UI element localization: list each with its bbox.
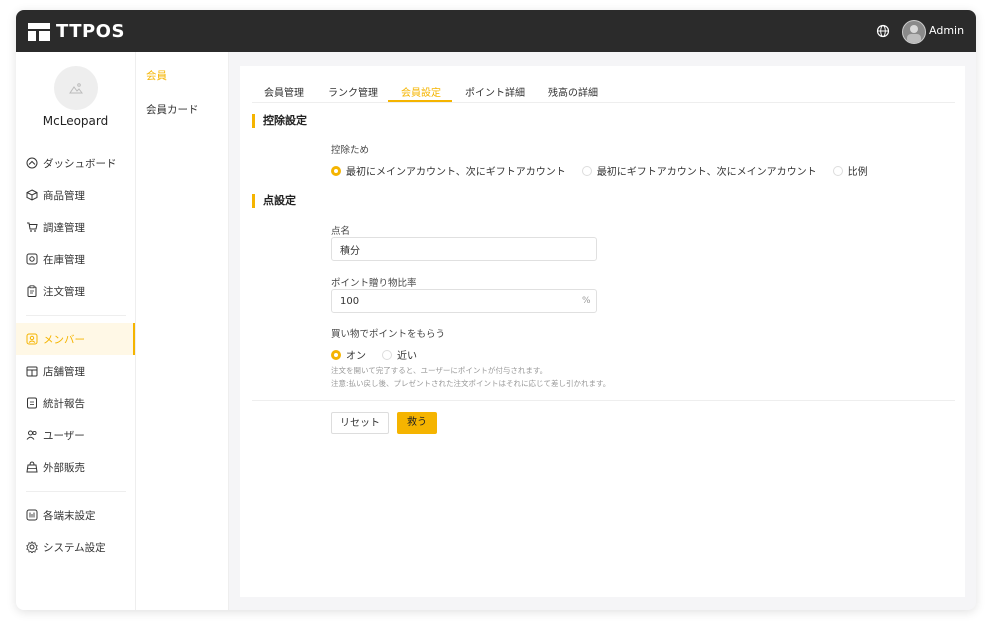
radio-label: 最初にメインアカウント、次にギフトアカウント: [346, 167, 566, 178]
sidebar-item-reports[interactable]: 統計報告: [16, 387, 135, 419]
user-name[interactable]: Admin: [929, 24, 964, 37]
dashboard-icon: [26, 157, 38, 169]
member-icon: [26, 333, 38, 345]
sidebar-item-system-settings[interactable]: システム設定: [16, 531, 135, 563]
deduction-label: 控除ため: [331, 145, 370, 156]
user-avatar[interactable]: [902, 20, 926, 44]
sidebar-item-label: 注文管理: [43, 285, 85, 298]
profile-avatar: [54, 66, 98, 110]
point-name-input[interactable]: [331, 237, 597, 261]
terminal-icon: [26, 509, 38, 521]
shopping-points-option-on[interactable]: オン: [331, 347, 366, 362]
logo-text: TTPOS: [56, 21, 125, 42]
image-placeholder-icon: [69, 83, 83, 94]
deduction-option-main-first[interactable]: 最初にメインアカウント、次にギフトアカウント: [331, 163, 566, 178]
sidebar-item-label: 調達管理: [43, 221, 85, 234]
inventory-icon: [26, 253, 38, 265]
shopping-points-label: 買い物でポイントをもらう: [331, 329, 446, 340]
sidebar-item-users[interactable]: ユーザー: [16, 419, 135, 451]
points-note-2: 注意:払い戻し後、プレゼントされた注文ポイントはそれに応じて差し引かれます。: [331, 379, 611, 388]
radio-selected-icon[interactable]: [331, 349, 341, 360]
clipboard-icon: [27, 285, 37, 297]
save-button[interactable]: 救う: [397, 412, 437, 434]
shopping-points-radio-group: オン 近い: [331, 347, 433, 362]
radio-unselected-icon[interactable]: [382, 349, 392, 360]
box-icon: [26, 189, 38, 201]
sidebar-item-members[interactable]: メンバー: [16, 323, 135, 355]
users-icon: [26, 430, 37, 440]
sidebar-item-orders[interactable]: 注文管理: [16, 275, 135, 307]
sidebar-divider: [26, 491, 126, 492]
sub-navigation: 会員 会員カード: [136, 52, 229, 610]
gear-icon: [26, 541, 38, 553]
points-note-1: 注文を開いて完了すると、ユーザーにポイントが付与されます。: [331, 366, 548, 375]
form-divider: [252, 400, 955, 401]
tab-member-settings[interactable]: 会員設定: [401, 84, 441, 99]
sidebar-item-label: メンバー: [43, 333, 85, 346]
tab-bar: 会員管理 ランク管理 会員設定 ポイント詳細 残高の詳細: [240, 66, 965, 103]
sidebar-item-procurement[interactable]: 調達管理: [16, 211, 135, 243]
sidebar-item-terminal-settings[interactable]: 各端末設定: [16, 499, 135, 531]
sidebar-divider: [26, 315, 126, 316]
point-ratio-label: ポイント贈り物比率: [331, 278, 417, 289]
deduction-option-gift-first[interactable]: 最初にギフトアカウント、次にメインアカウント: [581, 163, 817, 178]
tab-member-management[interactable]: 会員管理: [264, 84, 304, 99]
reset-button[interactable]: リセット: [331, 412, 389, 434]
bag-icon: [26, 461, 38, 473]
top-bar: TTPOS Admin: [16, 10, 976, 52]
sidebar-item-label: 各端末設定: [43, 509, 96, 522]
radio-label: 近い: [397, 351, 417, 362]
app-logo[interactable]: TTPOS: [28, 21, 125, 42]
radio-label: オン: [346, 351, 366, 362]
deduction-section-title: 控除設定: [252, 114, 307, 128]
sidebar-item-label: 商品管理: [43, 189, 85, 202]
sidebar-item-label: 統計報告: [43, 397, 85, 410]
tab-divider: [252, 102, 955, 103]
sidebar: McLeopard ダッシュボード 商品管理 調達管理 在庫管理 注文管理 メン…: [16, 52, 136, 610]
store-icon: [26, 366, 38, 377]
point-name-label: 点名: [331, 226, 351, 237]
globe-icon[interactable]: [876, 24, 890, 38]
shopping-points-option-off[interactable]: 近い: [382, 347, 417, 362]
point-ratio-input[interactable]: [331, 289, 597, 313]
radio-label: 比例: [847, 167, 868, 178]
sidebar-item-label: 外部販売: [43, 461, 85, 474]
deduction-radio-group: 最初にメインアカウント、次にギフトアカウント 最初にギフトアカウント、次にメイン…: [331, 163, 884, 178]
deduction-option-proportional[interactable]: 比例: [832, 163, 868, 178]
points-section-title: 点設定: [252, 194, 296, 208]
sidebar-item-dashboard[interactable]: ダッシュボード: [16, 147, 135, 179]
sidebar-item-products[interactable]: 商品管理: [16, 179, 135, 211]
app-window: TTPOS Admin McLeopard ダッシュボード 商品管理 調達管理 …: [16, 10, 976, 610]
sidebar-item-label: システム設定: [43, 541, 106, 554]
radio-unselected-icon[interactable]: [832, 165, 843, 176]
tab-point-details[interactable]: ポイント詳細: [465, 84, 525, 99]
profile-name: McLeopard: [42, 114, 109, 128]
report-icon: [27, 397, 37, 409]
tab-balance-details[interactable]: 残高の詳細: [548, 84, 598, 99]
sidebar-item-stores[interactable]: 店舗管理: [16, 355, 135, 387]
sidebar-item-label: ダッシュボード: [43, 157, 117, 170]
sidebar-item-label: 在庫管理: [43, 253, 85, 266]
main-content: 会員管理 ランク管理 会員設定 ポイント詳細 残高の詳細 控除設定 控除ため 最…: [240, 66, 965, 597]
sidebar-item-label: 店舗管理: [43, 365, 85, 378]
subnav-item-member[interactable]: 会員: [146, 68, 167, 83]
cart-icon: [27, 222, 38, 232]
sidebar-item-inventory[interactable]: 在庫管理: [16, 243, 135, 275]
radio-selected-icon[interactable]: [331, 165, 341, 176]
radio-label: 最初にギフトアカウント、次にメインアカウント: [596, 167, 817, 178]
sidebar-item-external-sales[interactable]: 外部販売: [16, 451, 135, 483]
tab-rank-management[interactable]: ランク管理: [328, 84, 378, 99]
percent-unit: %: [582, 296, 591, 306]
subnav-item-member-card[interactable]: 会員カード: [146, 102, 199, 117]
sidebar-item-label: ユーザー: [43, 429, 85, 442]
logo-mark-icon: [28, 22, 50, 41]
radio-unselected-icon[interactable]: [581, 165, 592, 176]
